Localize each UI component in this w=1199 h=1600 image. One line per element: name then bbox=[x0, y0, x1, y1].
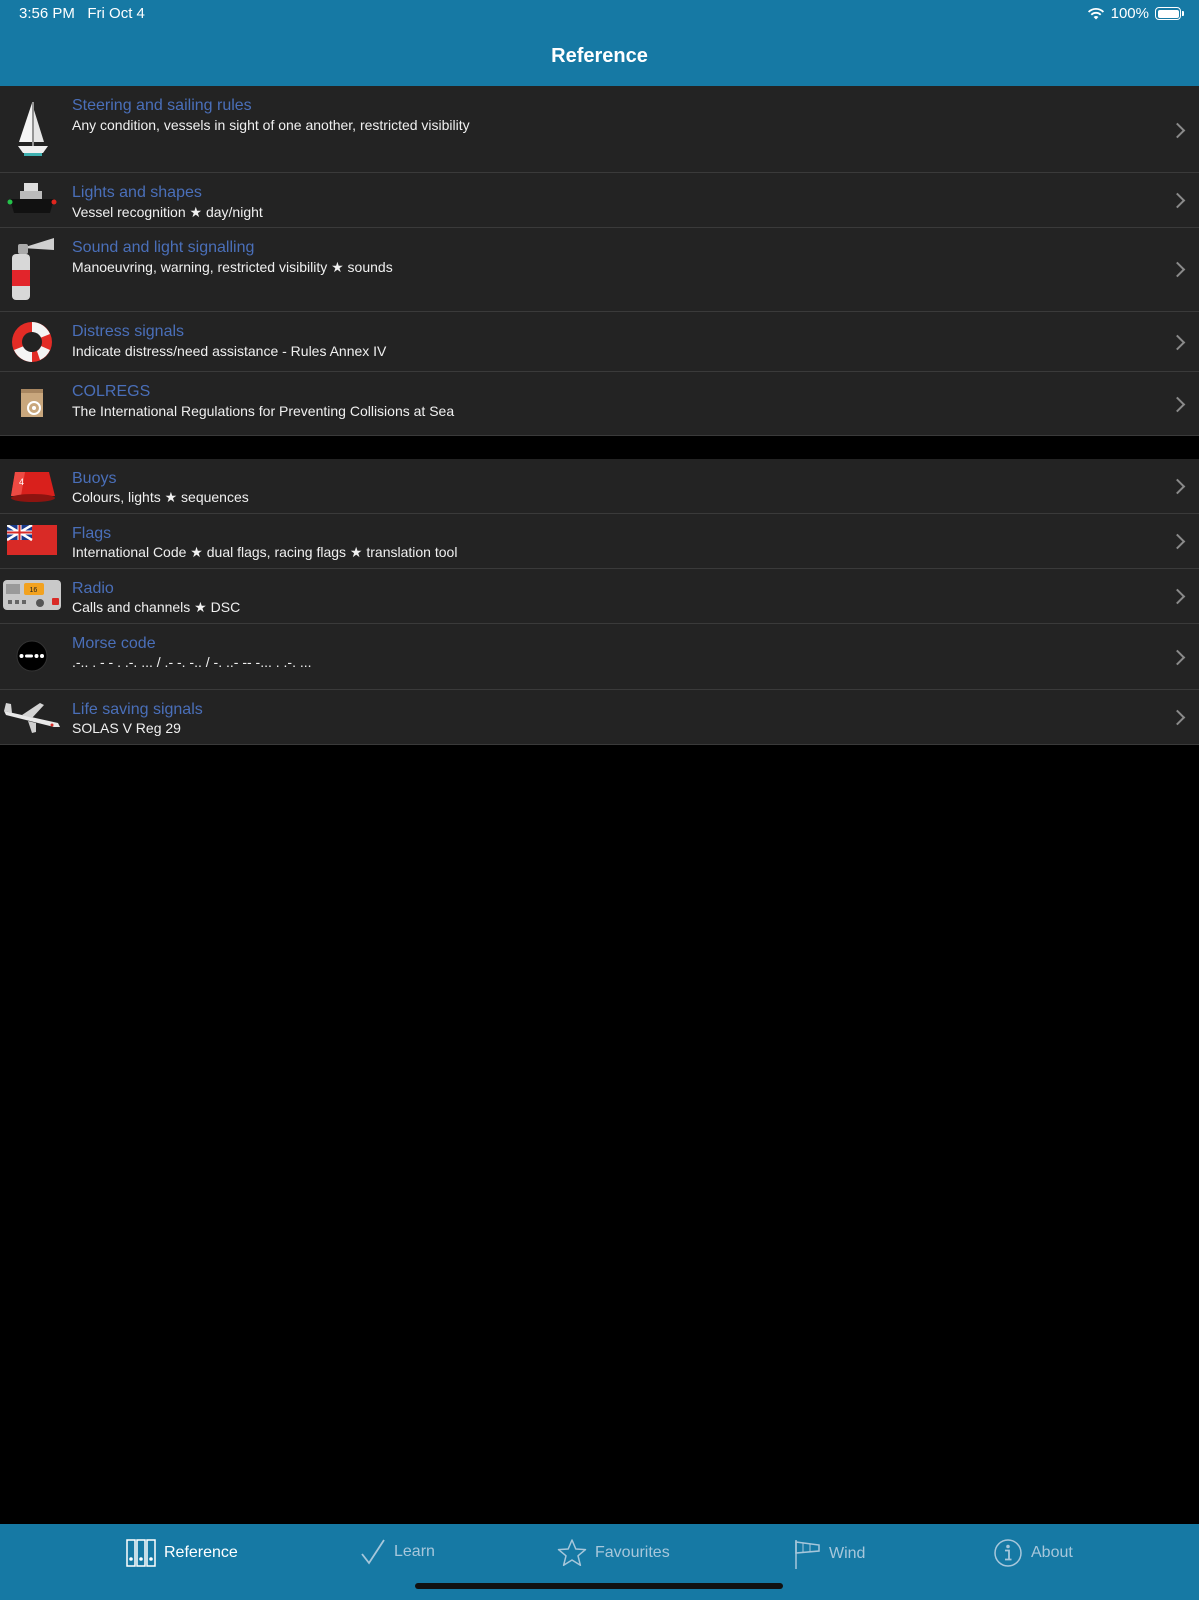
list-item-sound-light-signalling[interactable]: Sound and light signalling Manoeuvring, … bbox=[0, 228, 1199, 312]
air-horn-icon bbox=[2, 234, 62, 304]
row-title: Distress signals bbox=[72, 323, 185, 340]
row-title: Sound and light signalling bbox=[72, 239, 255, 256]
chevron-right-icon bbox=[1169, 334, 1186, 351]
list-item-life-saving-signals[interactable]: Life saving signals SOLAS V Reg 29 bbox=[0, 690, 1199, 745]
star-icon bbox=[557, 1539, 587, 1567]
row-title: Steering and sailing rules bbox=[72, 97, 252, 114]
radio-channel-display: 16 bbox=[30, 587, 38, 594]
reference-list-section-1: Steering and sailing rules Any condition… bbox=[0, 86, 1199, 436]
list-item-radio[interactable]: 16 Radio Calls and channels ★ DSC bbox=[0, 569, 1199, 624]
chevron-right-icon bbox=[1169, 478, 1186, 495]
battery-percent: 100% bbox=[1110, 5, 1149, 22]
row-subtitle: Manoeuvring, warning, restricted visibil… bbox=[72, 259, 393, 275]
chevron-right-icon bbox=[1169, 588, 1186, 605]
chevron-right-icon bbox=[1169, 533, 1186, 550]
tab-learn-label: Learn bbox=[394, 1543, 435, 1560]
binders-icon bbox=[126, 1539, 156, 1567]
tab-wind[interactable]: Wind bbox=[793, 1538, 865, 1570]
row-title: Buoys bbox=[72, 470, 117, 487]
list-item-morse-code[interactable]: Morse code .-.. . - - . .-. ... / .- -. … bbox=[0, 624, 1199, 690]
tab-about-label: About bbox=[1031, 1544, 1073, 1561]
row-subtitle: .-.. . - - . .-. ... / .- -. -.. / -. ..… bbox=[72, 654, 312, 670]
buoy-icon: 4 bbox=[2, 465, 62, 507]
navigation-bar: 3:56 PM Fri Oct 4 100% Reference bbox=[0, 0, 1199, 86]
colregs-book-icon bbox=[2, 386, 62, 420]
tab-learn[interactable]: Learn bbox=[360, 1538, 435, 1566]
status-time-text: 3:56 PM bbox=[19, 5, 75, 22]
red-ensign-flag-icon bbox=[2, 522, 62, 558]
svg-text:4: 4 bbox=[19, 477, 24, 487]
tab-reference[interactable]: Reference bbox=[126, 1538, 238, 1568]
row-title: COLREGS bbox=[72, 383, 151, 400]
row-subtitle: SOLAS V Reg 29 bbox=[72, 720, 181, 736]
status-indicators: 100% bbox=[1087, 5, 1184, 22]
row-subtitle: Vessel recognition ★ day/night bbox=[72, 204, 263, 220]
chevron-right-icon bbox=[1169, 192, 1186, 209]
chevron-right-icon bbox=[1169, 396, 1186, 413]
row-title: Lights and shapes bbox=[72, 184, 202, 201]
battery-icon bbox=[1155, 7, 1184, 20]
row-subtitle: Colours, lights ★ sequences bbox=[72, 489, 249, 505]
tab-wind-label: Wind bbox=[829, 1545, 866, 1562]
tab-reference-label: Reference bbox=[164, 1544, 238, 1561]
morse-code-icon bbox=[2, 638, 62, 674]
row-subtitle: Calls and channels ★ DSC bbox=[72, 599, 241, 615]
tab-favourites-label: Favourites bbox=[595, 1544, 670, 1561]
list-item-colregs[interactable]: COLREGS The International Regulations fo… bbox=[0, 372, 1199, 436]
page-title: Reference bbox=[551, 45, 648, 67]
windsock-icon bbox=[795, 1540, 820, 1569]
list-item-buoys[interactable]: 4 Buoys Colours, lights ★ sequences bbox=[0, 459, 1199, 514]
lifebuoy-icon bbox=[2, 320, 62, 364]
info-icon bbox=[994, 1539, 1022, 1567]
checkmark-icon bbox=[361, 1539, 385, 1565]
chevron-right-icon bbox=[1169, 649, 1186, 666]
reference-list-section-2: 4 Buoys Colours, lights ★ sequences Flag… bbox=[0, 459, 1199, 745]
chevron-right-icon bbox=[1169, 122, 1186, 139]
vessel-lights-icon bbox=[2, 179, 62, 221]
airplane-icon bbox=[2, 696, 62, 736]
list-item-steering-sailing-rules[interactable]: Steering and sailing rules Any condition… bbox=[0, 86, 1199, 173]
status-date-text: Fri Oct 4 bbox=[87, 5, 145, 22]
tab-favourites[interactable]: Favourites bbox=[557, 1538, 670, 1568]
row-title: Flags bbox=[72, 525, 112, 542]
home-indicator bbox=[415, 1583, 783, 1589]
list-item-lights-and-shapes[interactable]: Lights and shapes Vessel recognition ★ d… bbox=[0, 173, 1199, 228]
list-item-flags[interactable]: Flags International Code ★ dual flags, r… bbox=[0, 514, 1199, 569]
tab-about[interactable]: About bbox=[993, 1538, 1073, 1568]
row-subtitle: Any condition, vessels in sight of one a… bbox=[72, 117, 470, 133]
row-subtitle: The International Regulations for Preven… bbox=[72, 403, 455, 419]
row-subtitle: Indicate distress/need assistance - Rule… bbox=[72, 343, 387, 359]
row-title: Morse code bbox=[72, 635, 156, 652]
chevron-right-icon bbox=[1169, 261, 1186, 278]
status-time: 3:56 PM Fri Oct 4 bbox=[19, 5, 145, 22]
row-subtitle: International Code ★ dual flags, racing … bbox=[72, 544, 458, 560]
row-title: Life saving signals bbox=[72, 701, 203, 718]
vhf-radio-icon: 16 bbox=[2, 577, 62, 613]
row-title: Radio bbox=[72, 580, 114, 597]
wifi-icon bbox=[1087, 8, 1104, 20]
chevron-right-icon bbox=[1169, 709, 1186, 726]
list-item-distress-signals[interactable]: Distress signals Indicate distress/need … bbox=[0, 312, 1199, 372]
sailboat-icon bbox=[2, 98, 62, 158]
